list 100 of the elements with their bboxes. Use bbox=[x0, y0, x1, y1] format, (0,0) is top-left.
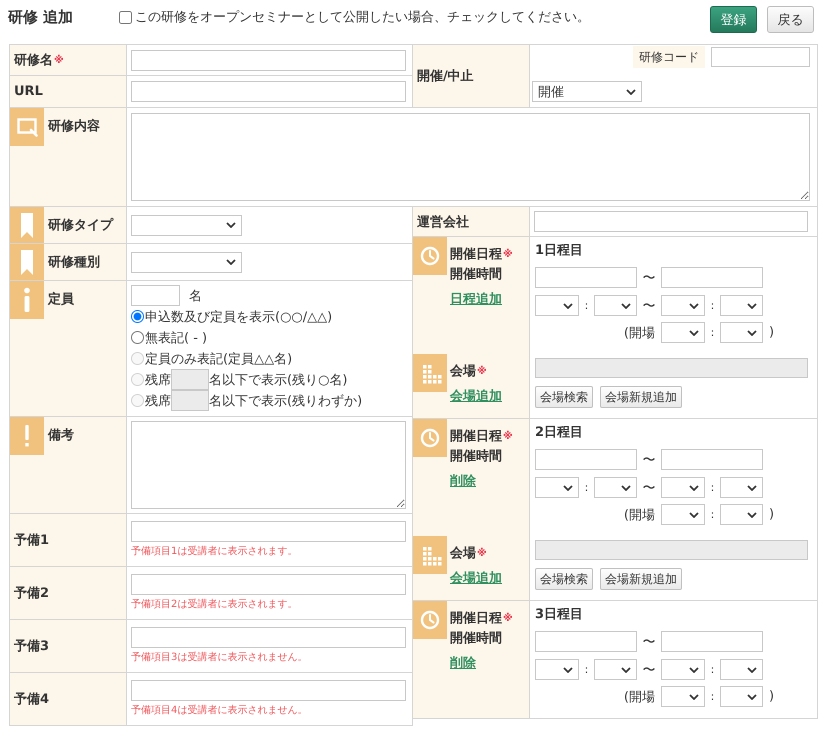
time-colon: : bbox=[710, 663, 716, 676]
select-field[interactable] bbox=[661, 322, 705, 343]
range-separator: 〜 bbox=[642, 298, 656, 314]
select-field[interactable] bbox=[535, 295, 579, 316]
range-separator: 〜 bbox=[642, 662, 656, 678]
bookmark-icon bbox=[10, 244, 44, 280]
select-field[interactable] bbox=[661, 686, 705, 707]
text-field[interactable] bbox=[131, 521, 406, 542]
option-label: 残席 bbox=[145, 372, 171, 388]
note-text: 予備項目2は受講者に表示されます。 bbox=[131, 598, 298, 612]
field-label: 開催日程 bbox=[450, 610, 502, 628]
select-field[interactable] bbox=[720, 295, 763, 316]
checkbox[interactable] bbox=[119, 10, 132, 24]
field-label: 開催時間 bbox=[450, 266, 502, 284]
select-field[interactable] bbox=[720, 504, 763, 525]
back-button[interactable]: 戻る bbox=[767, 6, 814, 33]
chevron-down-icon bbox=[689, 302, 699, 308]
select-field[interactable] bbox=[594, 477, 637, 498]
option-label: 名以下で表示(残りわずか) bbox=[209, 392, 362, 410]
select-field[interactable] bbox=[720, 659, 763, 680]
text-field[interactable] bbox=[131, 81, 406, 102]
text-field[interactable] bbox=[131, 627, 406, 648]
time-colon: : bbox=[584, 299, 590, 312]
option-label: 残席 bbox=[145, 392, 171, 410]
field-label: 予備1 bbox=[13, 532, 50, 549]
select-field[interactable] bbox=[720, 322, 763, 343]
remarks-textarea[interactable] bbox=[131, 421, 406, 509]
select-field[interactable] bbox=[131, 214, 242, 236]
select-field[interactable] bbox=[661, 477, 705, 498]
content-textarea[interactable] bbox=[131, 113, 810, 201]
select-field[interactable] bbox=[661, 659, 705, 680]
select-field[interactable] bbox=[535, 659, 579, 680]
chevron-down-icon bbox=[621, 484, 631, 490]
field-label: 研修名 bbox=[14, 52, 53, 69]
select-field[interactable]: 開催 bbox=[532, 81, 642, 102]
time-colon: : bbox=[584, 481, 590, 494]
action-link[interactable]: 削除 bbox=[450, 654, 476, 674]
chevron-down-icon bbox=[747, 512, 757, 518]
day-title: 2日程目 bbox=[535, 424, 584, 442]
action-link[interactable]: 削除 bbox=[450, 472, 476, 492]
select-field[interactable] bbox=[594, 659, 637, 680]
window-icon bbox=[10, 108, 44, 146]
register-button[interactable]: 登録 bbox=[710, 6, 757, 33]
field-label: 研修タイプ bbox=[46, 216, 113, 234]
select-field[interactable] bbox=[661, 504, 705, 525]
select-field[interactable] bbox=[661, 295, 705, 316]
radio-button[interactable] bbox=[131, 331, 144, 344]
text-field[interactable] bbox=[131, 680, 406, 701]
open-label: (開場 bbox=[624, 506, 656, 524]
capacity-field[interactable] bbox=[131, 285, 180, 306]
text-field[interactable] bbox=[131, 574, 406, 595]
date-field[interactable] bbox=[535, 267, 637, 288]
required-mark: ※ bbox=[477, 364, 487, 379]
field-label: 開催日程 bbox=[450, 428, 502, 446]
chevron-down-icon bbox=[747, 694, 757, 700]
chevron-down-icon bbox=[747, 330, 757, 336]
select-field[interactable] bbox=[535, 477, 579, 498]
field-label: 備考 bbox=[46, 427, 74, 445]
closing-parenthesis: ) bbox=[768, 507, 776, 522]
select-field[interactable] bbox=[594, 295, 637, 316]
code-field[interactable] bbox=[711, 47, 810, 67]
radio-button[interactable] bbox=[131, 310, 144, 323]
required-mark: ※ bbox=[503, 612, 513, 626]
chevron-down-icon bbox=[563, 302, 573, 308]
field-label: 研修内容 bbox=[46, 118, 100, 136]
action-link[interactable]: 日程追加 bbox=[450, 290, 502, 310]
open-label: (開場 bbox=[624, 324, 656, 342]
unit-label: 名 bbox=[189, 288, 202, 304]
select-field[interactable] bbox=[131, 252, 242, 272]
clock-icon bbox=[413, 237, 447, 275]
select-field[interactable] bbox=[720, 477, 763, 498]
chevron-down-icon bbox=[626, 88, 636, 94]
chevron-down-icon bbox=[563, 666, 573, 672]
time-colon: : bbox=[584, 663, 590, 676]
date-field[interactable] bbox=[661, 449, 763, 470]
chevron-down-icon bbox=[747, 484, 757, 490]
field-label: 定員 bbox=[46, 290, 74, 309]
date-field[interactable] bbox=[535, 449, 637, 470]
field-label: 開催/中止 bbox=[417, 68, 474, 85]
required-mark: ※ bbox=[54, 54, 64, 66]
field-label: URL bbox=[14, 84, 43, 99]
date-field[interactable] bbox=[661, 267, 763, 288]
note-text: 予備項目3は受講者に表示されません。 bbox=[131, 651, 308, 665]
text-field[interactable] bbox=[131, 50, 406, 70]
chevron-down-icon bbox=[689, 512, 699, 518]
time-colon: : bbox=[710, 690, 716, 703]
code-label: 研修コード bbox=[633, 46, 705, 68]
select-field[interactable] bbox=[720, 686, 763, 707]
date-field[interactable] bbox=[535, 631, 637, 652]
option-label: 無表記( - ) bbox=[145, 330, 208, 346]
exclamation-icon bbox=[10, 417, 44, 455]
required-mark: ※ bbox=[503, 248, 513, 262]
bookmark-icon bbox=[10, 207, 44, 243]
day-title: 1日程目 bbox=[535, 242, 584, 260]
date-field[interactable] bbox=[661, 631, 763, 652]
chevron-down-icon bbox=[226, 222, 236, 228]
chevron-down-icon bbox=[689, 666, 699, 672]
text-field[interactable] bbox=[534, 211, 808, 232]
info-icon bbox=[10, 281, 44, 319]
note-text: 予備項目4は受講者に表示されません。 bbox=[131, 704, 308, 718]
